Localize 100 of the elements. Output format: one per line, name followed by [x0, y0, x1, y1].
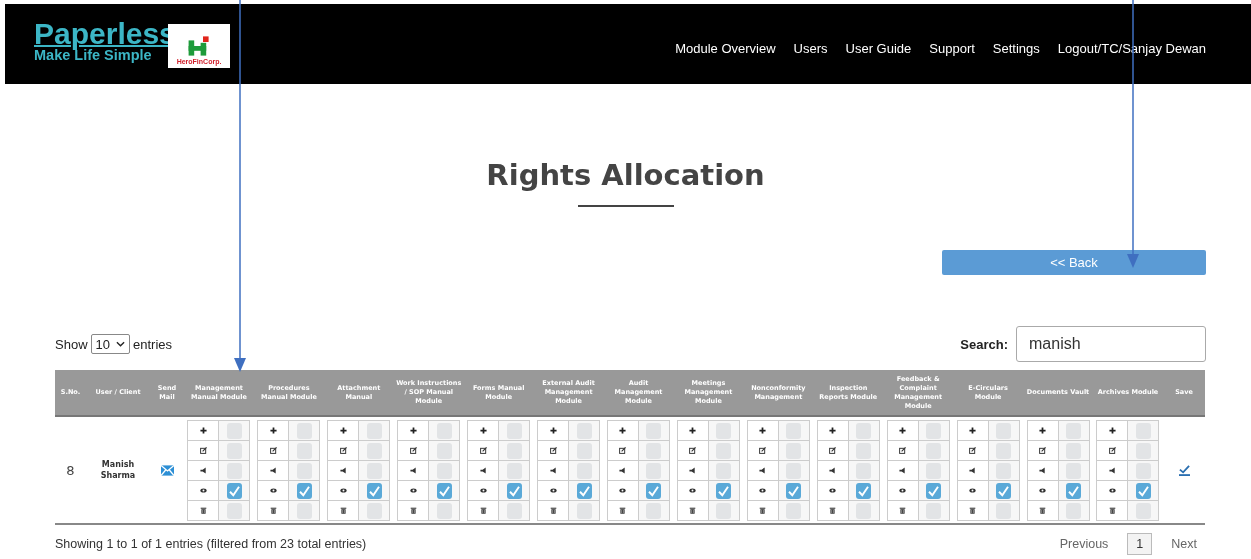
mail-icon[interactable]: [160, 464, 174, 476]
permission-checkbox[interactable]: [926, 462, 942, 479]
permission-checkbox[interactable]: [786, 462, 802, 479]
trash-icon: [549, 507, 557, 514]
nav-link[interactable]: Support: [929, 40, 975, 56]
permission-checkbox[interactable]: [296, 502, 312, 519]
pagination-link[interactable]: Previous: [1050, 533, 1118, 555]
permission-checkbox[interactable]: [1066, 502, 1081, 519]
permission-checkbox[interactable]: [856, 482, 872, 499]
permission-checkbox[interactable]: [1066, 422, 1081, 439]
permission-checkbox[interactable]: [716, 462, 732, 479]
permission-checkbox[interactable]: [226, 482, 242, 499]
permission-checkbox[interactable]: [436, 482, 452, 499]
permission-checkbox[interactable]: [226, 502, 242, 519]
permission-checkbox[interactable]: [436, 502, 452, 519]
permission-checkbox[interactable]: [786, 482, 802, 499]
permission-checkbox[interactable]: [226, 462, 242, 479]
permission-checkbox[interactable]: [436, 462, 452, 479]
permission-checkbox[interactable]: [996, 502, 1012, 519]
trash-icon: [199, 507, 207, 514]
eye-icon: [549, 487, 557, 494]
permission-checkbox[interactable]: [926, 442, 942, 459]
entries-select[interactable]: 10: [90, 334, 130, 354]
permission-checkbox[interactable]: [296, 462, 312, 479]
megaphone-icon: [339, 467, 347, 474]
permission-checkbox[interactable]: [436, 422, 452, 439]
megaphone-icon: [409, 467, 417, 474]
nav-link[interactable]: Users: [793, 40, 828, 56]
megaphone-icon: [759, 467, 767, 474]
permission-checkbox[interactable]: [996, 442, 1012, 459]
permission-checkbox[interactable]: [1066, 482, 1081, 499]
permission-checkbox[interactable]: [786, 502, 802, 519]
nav-link[interactable]: Settings: [992, 40, 1040, 56]
permission-checkbox[interactable]: [996, 422, 1012, 439]
permission-checkbox[interactable]: [366, 462, 382, 479]
permission-checkbox[interactable]: [716, 482, 732, 499]
permission-checkbox[interactable]: [926, 482, 942, 499]
pagination-link[interactable]: Next: [1162, 533, 1206, 555]
eye-icon: [339, 487, 347, 494]
permission-checkbox[interactable]: [296, 422, 312, 439]
permission-checkbox[interactable]: [646, 482, 662, 499]
permission-checkbox[interactable]: [856, 422, 872, 439]
permission-checkbox[interactable]: [296, 442, 312, 459]
nav-link[interactable]: User Guide: [845, 40, 912, 56]
permission-checkbox[interactable]: [856, 502, 872, 519]
permission-checkbox[interactable]: [506, 462, 522, 479]
permission-checkbox[interactable]: [576, 502, 592, 519]
user-name: Manish Sharma: [86, 416, 150, 524]
trash-icon: [759, 507, 767, 514]
permission-checkbox[interactable]: [436, 442, 452, 459]
permission-checkbox[interactable]: [1066, 442, 1081, 459]
permission-checkbox[interactable]: [576, 482, 592, 499]
permission-checkbox[interactable]: [716, 502, 732, 519]
permission-checkbox[interactable]: [926, 422, 942, 439]
pagination-link[interactable]: 1: [1127, 533, 1153, 555]
permission-checkbox[interactable]: [786, 422, 802, 439]
permission-checkbox[interactable]: [996, 462, 1012, 479]
permission-checkbox[interactable]: [646, 422, 662, 439]
permission-checkbox[interactable]: [576, 422, 592, 439]
permission-checkbox[interactable]: [1136, 442, 1151, 459]
permission-checkbox[interactable]: [506, 482, 522, 499]
permission-checkbox[interactable]: [926, 502, 942, 519]
permission-checkbox[interactable]: [366, 422, 382, 439]
permission-checkbox[interactable]: [856, 442, 872, 459]
permission-checkbox[interactable]: [296, 482, 312, 499]
permission-checkbox[interactable]: [1066, 462, 1081, 479]
permission-checkbox[interactable]: [576, 442, 592, 459]
plus-icon: [829, 427, 837, 434]
save-icon[interactable]: [1177, 464, 1191, 476]
permission-checkbox[interactable]: [226, 442, 242, 459]
trash-icon: [479, 507, 487, 514]
permission-checkbox[interactable]: [1136, 422, 1151, 439]
search-field[interactable]: manish: [1016, 326, 1206, 362]
permission-checkbox[interactable]: [366, 502, 382, 519]
edit-icon: [199, 447, 207, 454]
permission-checkbox[interactable]: [506, 502, 522, 519]
permission-checkbox[interactable]: [1136, 502, 1151, 519]
nav-link[interactable]: Module Overview: [675, 40, 776, 56]
plus-icon: [269, 427, 277, 434]
permission-checkbox[interactable]: [506, 422, 522, 439]
permission-checkbox[interactable]: [1136, 462, 1151, 479]
permission-checkbox[interactable]: [576, 462, 592, 479]
trash-icon: [269, 507, 277, 514]
edit-icon: [899, 447, 907, 454]
trash-icon: [829, 507, 837, 514]
plus-icon: [969, 427, 977, 434]
permission-checkbox[interactable]: [646, 442, 662, 459]
permission-checkbox[interactable]: [366, 442, 382, 459]
plus-icon: [549, 427, 557, 434]
permission-checkbox[interactable]: [716, 422, 732, 439]
permission-checkbox[interactable]: [716, 442, 732, 459]
permission-checkbox[interactable]: [506, 442, 522, 459]
permission-checkbox[interactable]: [646, 462, 662, 479]
permission-checkbox[interactable]: [366, 482, 382, 499]
permission-checkbox[interactable]: [996, 482, 1012, 499]
permission-checkbox[interactable]: [1136, 482, 1151, 499]
permission-checkbox[interactable]: [226, 422, 242, 439]
permission-checkbox[interactable]: [856, 462, 872, 479]
permission-checkbox[interactable]: [646, 502, 662, 519]
permission-checkbox[interactable]: [786, 442, 802, 459]
